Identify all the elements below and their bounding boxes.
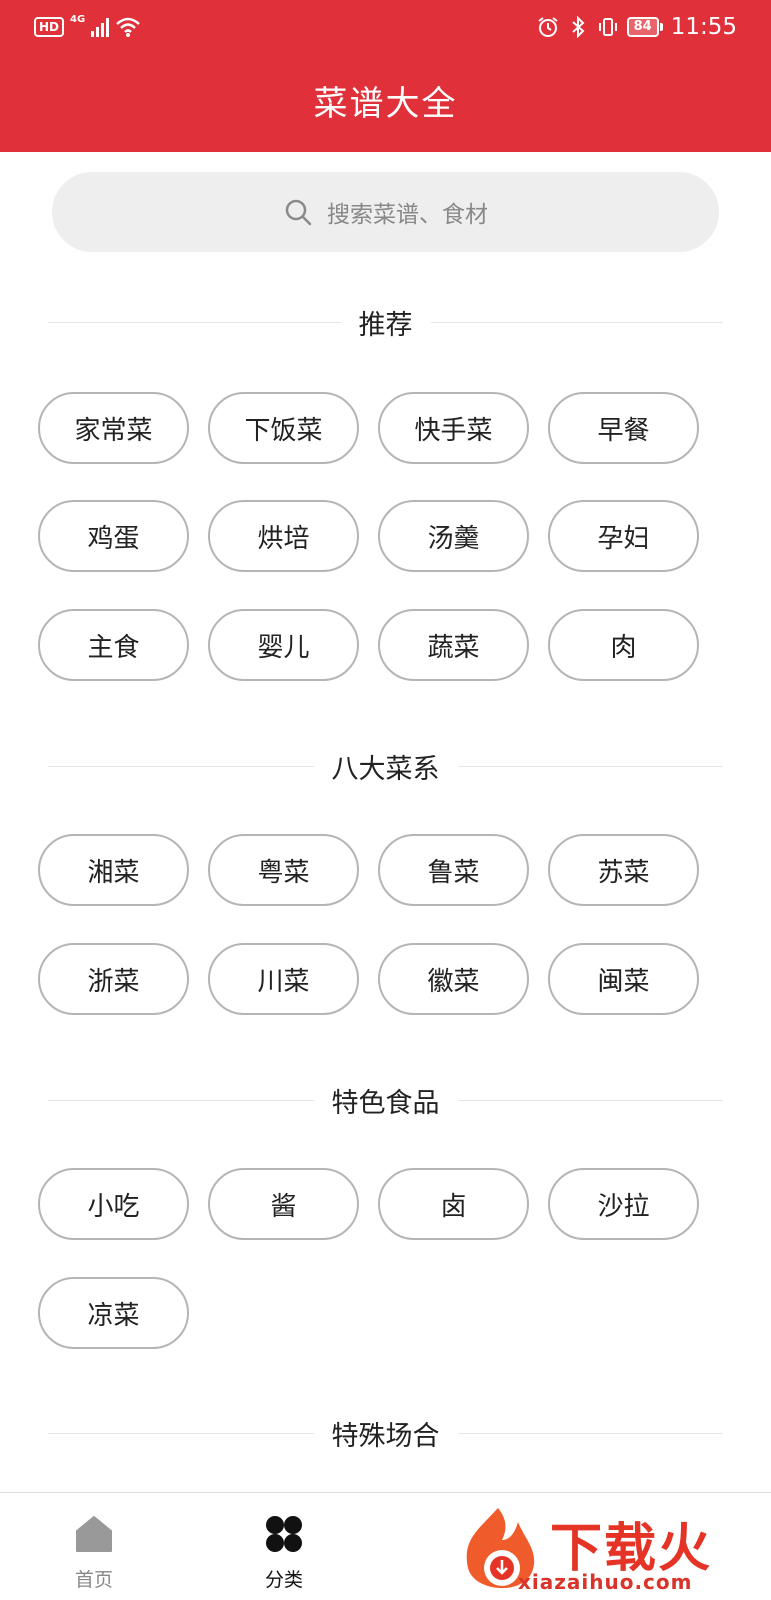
section-header-specialty: 特色食品 bbox=[48, 1080, 723, 1120]
hd-badge: HD bbox=[34, 17, 65, 37]
chip[interactable]: 主食 bbox=[38, 609, 189, 681]
chip[interactable]: 汤羹 bbox=[378, 500, 529, 572]
chip[interactable]: 早餐 bbox=[548, 392, 699, 464]
chip[interactable]: 酱 bbox=[208, 1168, 359, 1240]
clock: 11:55 bbox=[670, 14, 737, 40]
page-title: 菜谱大全 bbox=[313, 84, 458, 124]
search-placeholder: 搜索菜谱、食材 bbox=[327, 202, 488, 228]
section-header-cuisines: 八大菜系 bbox=[48, 746, 723, 786]
section-title: 特殊场合 bbox=[331, 1420, 440, 1452]
chip[interactable]: 凉菜 bbox=[38, 1277, 189, 1349]
app-header: HD 4G 84 11:55 菜谱大全 bbox=[0, 0, 771, 152]
nav-category[interactable]: 分类 bbox=[224, 1503, 344, 1593]
chip[interactable]: 湘菜 bbox=[38, 834, 189, 906]
chip[interactable]: 粤菜 bbox=[208, 834, 359, 906]
bluetooth-icon bbox=[571, 16, 585, 38]
section-title: 推荐 bbox=[358, 309, 413, 341]
chip[interactable]: 卤 bbox=[378, 1168, 529, 1240]
chip[interactable]: 烘培 bbox=[208, 500, 359, 572]
chip[interactable]: 蔬菜 bbox=[378, 609, 529, 681]
section-title: 八大菜系 bbox=[331, 753, 440, 785]
nav-label: 首页 bbox=[74, 1569, 113, 1591]
section-header-recommend: 推荐 bbox=[48, 302, 723, 342]
status-right: 84 11:55 bbox=[537, 14, 737, 40]
status-bar: HD 4G 84 11:55 bbox=[0, 0, 771, 58]
home-icon bbox=[76, 1516, 112, 1552]
chip[interactable]: 徽菜 bbox=[378, 943, 529, 1015]
chip[interactable]: 闽菜 bbox=[548, 943, 699, 1015]
nav-label: 分类 bbox=[264, 1569, 303, 1591]
chip[interactable]: 川菜 bbox=[208, 943, 359, 1015]
chip[interactable]: 婴儿 bbox=[208, 609, 359, 681]
chip[interactable]: 下饭菜 bbox=[208, 392, 359, 464]
chip[interactable]: 鲁菜 bbox=[378, 834, 529, 906]
chip[interactable]: 家常菜 bbox=[38, 392, 189, 464]
vibrate-icon bbox=[598, 18, 617, 36]
watermark-url: xiazaihuo.com bbox=[518, 1570, 693, 1594]
section-header-occasions: 特殊场合 bbox=[48, 1413, 723, 1453]
wifi-icon bbox=[116, 17, 141, 37]
chip[interactable]: 浙菜 bbox=[38, 943, 189, 1015]
watermark: 下载火 xiazaihuo.com bbox=[458, 1500, 771, 1600]
chip[interactable]: 肉 bbox=[548, 609, 699, 681]
search-bar[interactable]: 搜索菜谱、食材 bbox=[52, 172, 719, 252]
alarm-icon bbox=[538, 17, 558, 37]
section-title: 特色食品 bbox=[331, 1087, 440, 1119]
search-icon bbox=[285, 199, 312, 226]
chip[interactable]: 快手菜 bbox=[378, 392, 529, 464]
chip[interactable]: 苏菜 bbox=[548, 834, 699, 906]
battery-level: 84 bbox=[626, 17, 659, 37]
nav-home[interactable]: 首页 bbox=[34, 1503, 154, 1593]
category-icon bbox=[266, 1516, 302, 1552]
status-left: HD 4G bbox=[34, 13, 141, 38]
battery-icon: 84 bbox=[626, 17, 663, 37]
signal-icon bbox=[91, 17, 110, 37]
chip[interactable]: 鸡蛋 bbox=[38, 500, 189, 572]
chip[interactable]: 沙拉 bbox=[548, 1168, 699, 1240]
chip[interactable]: 小吃 bbox=[38, 1168, 189, 1240]
network-type: 4G bbox=[70, 13, 86, 25]
chip[interactable]: 孕妇 bbox=[548, 500, 699, 572]
